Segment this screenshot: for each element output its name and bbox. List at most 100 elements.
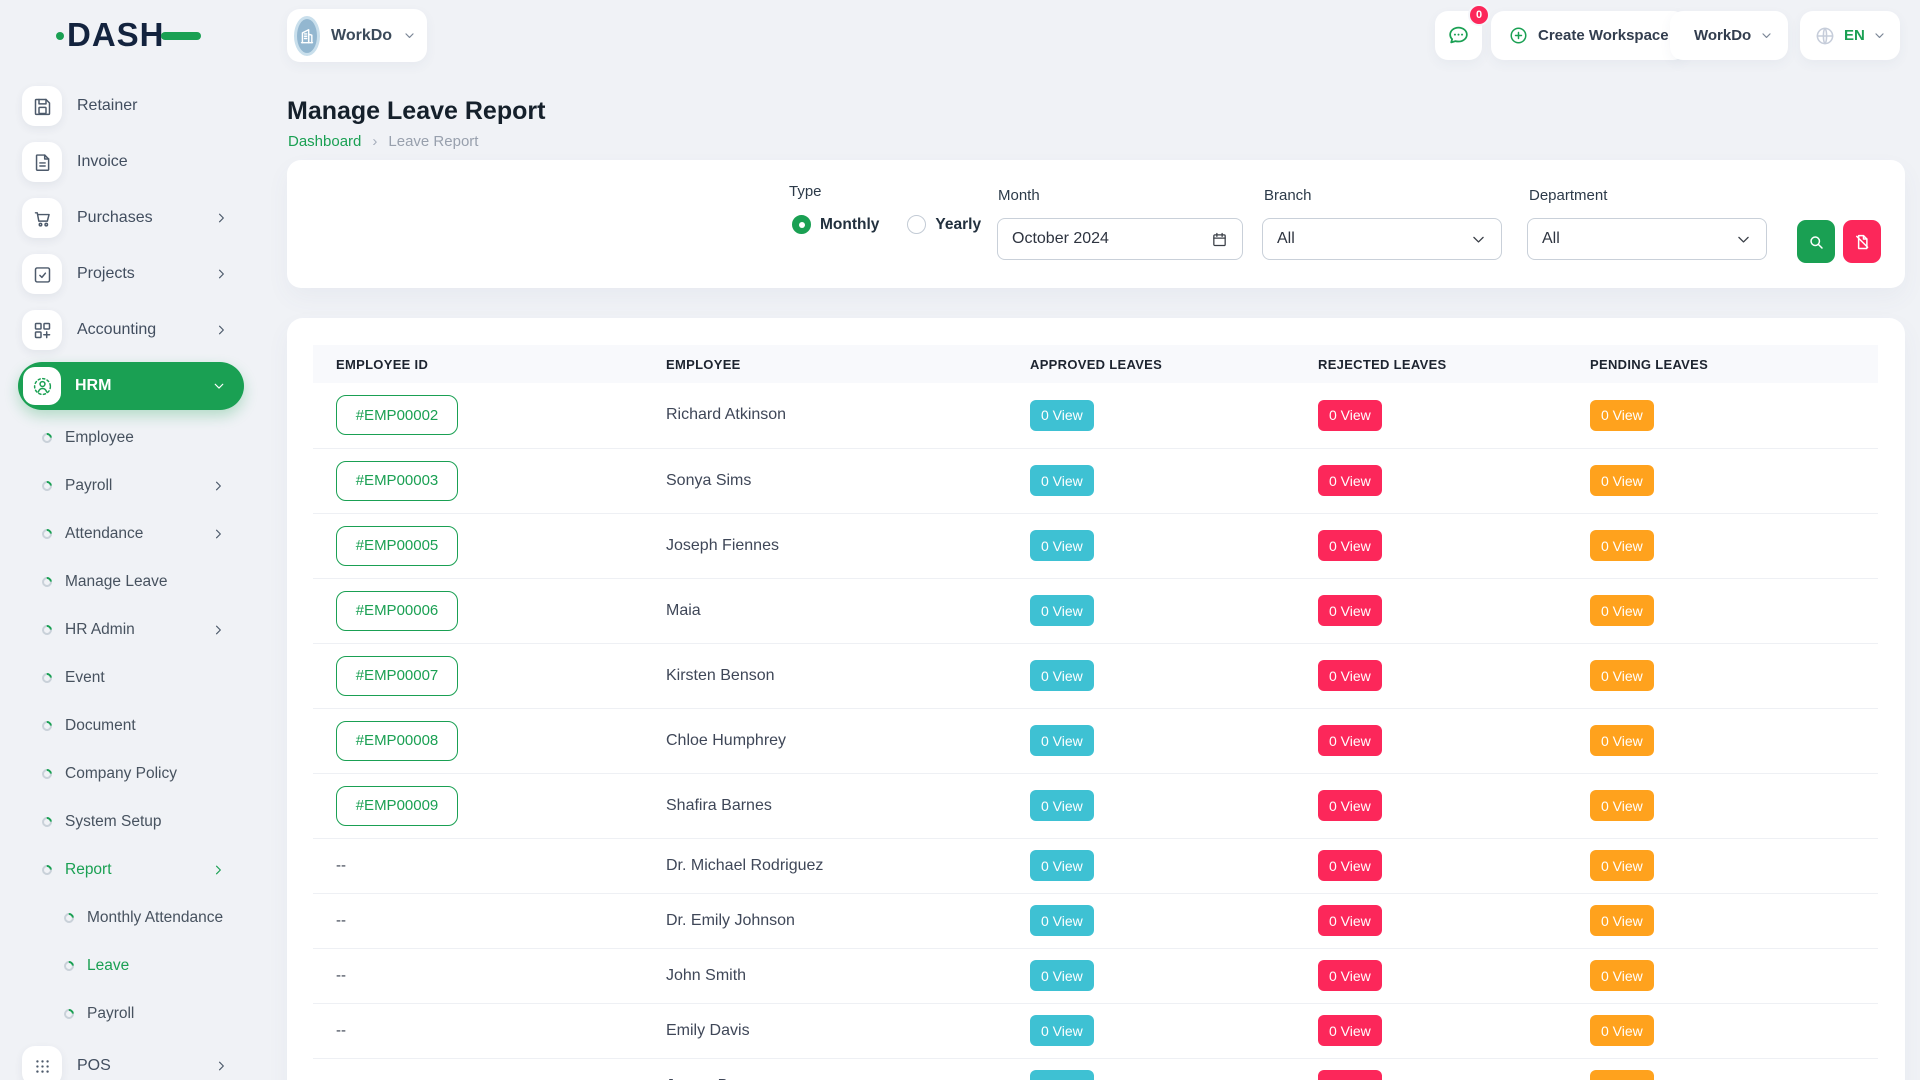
sidebar-item-hrm[interactable]: HRM — [18, 362, 244, 410]
rejected-leaves-badge[interactable]: 0 View — [1318, 595, 1382, 626]
sidebar-item-document[interactable]: Document — [0, 702, 260, 750]
messages-button[interactable]: 0 — [1435, 11, 1482, 60]
approved-leaves-badge[interactable]: 0 View — [1030, 850, 1094, 881]
approved-leaves-badge[interactable]: 0 View — [1030, 465, 1094, 496]
pending-leaves-badge[interactable]: 0 View — [1590, 660, 1654, 691]
workspace-name: WorkDo — [331, 27, 392, 45]
sidebar-item-employee[interactable]: Employee — [0, 414, 260, 462]
sidebar-item-system-setup[interactable]: System Setup — [0, 798, 260, 846]
pending-leaves-badge[interactable]: 0 View — [1590, 960, 1654, 991]
sidebar-item-company-policy[interactable]: Company Policy — [0, 750, 260, 798]
sidebar-item-monthly-attendance[interactable]: Monthly Attendance — [0, 894, 260, 942]
sidebar-item-event[interactable]: Event — [0, 654, 260, 702]
rejected-leaves-badge[interactable]: 0 View — [1318, 725, 1382, 756]
employee-name: Dr. Emily Johnson — [666, 912, 795, 929]
sidebar-item-payroll[interactable]: Payroll — [0, 462, 260, 510]
reset-filter-button[interactable] — [1843, 220, 1881, 263]
search-button[interactable] — [1797, 220, 1835, 263]
rejected-leaves-badge[interactable]: 0 View — [1318, 1015, 1382, 1046]
employee-name: Dr. Michael Rodriguez — [666, 857, 823, 874]
department-select[interactable]: All — [1527, 218, 1767, 260]
employee-id-button[interactable]: #EMP00003 — [336, 461, 458, 501]
approved-leaves-badge[interactable]: 0 View — [1030, 660, 1094, 691]
pending-leaves-badge[interactable]: 0 View — [1590, 595, 1654, 626]
sidebar-item-accounting[interactable]: Accounting — [0, 302, 260, 358]
employee-id-button[interactable]: #EMP00008 — [336, 721, 458, 761]
employee-id-empty: -- — [336, 1022, 346, 1039]
sidebar-item-attendance[interactable]: Attendance — [0, 510, 260, 558]
pending-leaves-badge[interactable]: 0 View — [1590, 1070, 1654, 1080]
approved-leaves-badge[interactable]: 0 View — [1030, 400, 1094, 431]
employee-id-empty: -- — [336, 912, 346, 929]
employee-id-button[interactable]: #EMP00002 — [336, 395, 458, 435]
sidebar-item-retainer[interactable]: Retainer — [0, 78, 260, 134]
sidebar-item-purchases[interactable]: Purchases — [0, 190, 260, 246]
sidebar-item-report[interactable]: Report — [0, 846, 260, 894]
approved-leaves-badge[interactable]: 0 View — [1030, 725, 1094, 756]
approved-leaves-badge[interactable]: 0 View — [1030, 595, 1094, 626]
month-value: October 2024 — [1012, 230, 1109, 248]
file-off-icon — [1853, 233, 1871, 251]
sidebar-item-manage-leave[interactable]: Manage Leave — [0, 558, 260, 606]
sidebar-item-projects[interactable]: Projects — [0, 246, 260, 302]
approved-leaves-badge[interactable]: 0 View — [1030, 790, 1094, 821]
employee-id-button[interactable]: #EMP00007 — [336, 656, 458, 696]
table-row: -- Dr. Emily Johnson 0 View 0 View 0 Vie… — [313, 893, 1878, 948]
pending-leaves-badge[interactable]: 0 View — [1590, 465, 1654, 496]
sidebar-item-payroll[interactable]: Payroll — [0, 990, 260, 1038]
rejected-leaves-badge[interactable]: 0 View — [1318, 530, 1382, 561]
approved-leaves-badge[interactable]: 0 View — [1030, 1015, 1094, 1046]
radio-yearly[interactable] — [907, 215, 926, 234]
approved-leaves-badge[interactable]: 0 View — [1030, 905, 1094, 936]
branch-select[interactable]: All — [1262, 218, 1502, 260]
table-row: #EMP00002 Richard Atkinson 0 View 0 View… — [313, 383, 1878, 448]
cart-icon — [22, 198, 62, 238]
sidebar-item-pos[interactable]: POS — [0, 1038, 260, 1080]
table-row: -- James Brown 0 View 0 View 0 View — [313, 1058, 1878, 1080]
team-icon — [23, 367, 61, 405]
bullet-icon — [40, 431, 54, 445]
pending-leaves-badge[interactable]: 0 View — [1590, 530, 1654, 561]
rejected-leaves-badge[interactable]: 0 View — [1318, 905, 1382, 936]
sidebar-item-invoice[interactable]: Invoice — [0, 134, 260, 190]
rejected-leaves-badge[interactable]: 0 View — [1318, 790, 1382, 821]
pending-leaves-badge[interactable]: 0 View — [1590, 905, 1654, 936]
breadcrumb-current: Leave Report — [388, 133, 478, 150]
approved-leaves-badge[interactable]: 0 View — [1030, 530, 1094, 561]
employee-id-button[interactable]: #EMP00005 — [336, 526, 458, 566]
breadcrumb-dashboard-link[interactable]: Dashboard — [288, 133, 361, 150]
bullet-icon — [62, 911, 76, 925]
chevron-right-icon — [214, 211, 228, 225]
create-workspace-button[interactable]: Create Workspace — [1491, 11, 1686, 60]
rejected-leaves-badge[interactable]: 0 View — [1318, 400, 1382, 431]
approved-leaves-badge[interactable]: 0 View — [1030, 1070, 1094, 1080]
radio-monthly[interactable] — [792, 215, 811, 234]
employee-name: Emily Davis — [666, 1022, 750, 1039]
pending-leaves-badge[interactable]: 0 View — [1590, 400, 1654, 431]
employee-id-button[interactable]: #EMP00009 — [336, 786, 458, 826]
approved-leaves-badge[interactable]: 0 View — [1030, 960, 1094, 991]
language-selector[interactable]: EN — [1800, 11, 1900, 60]
rejected-leaves-badge[interactable]: 0 View — [1318, 1070, 1382, 1080]
employee-name: John Smith — [666, 967, 746, 984]
chevron-down-icon — [1470, 231, 1487, 248]
workspace-switcher[interactable]: WorkDo — [287, 9, 427, 62]
employee-name: Sonya Sims — [666, 472, 751, 489]
employee-id-button[interactable]: #EMP00006 — [336, 591, 458, 631]
sidebar-item-hr-admin[interactable]: HR Admin — [0, 606, 260, 654]
pending-leaves-badge[interactable]: 0 View — [1590, 725, 1654, 756]
rejected-leaves-badge[interactable]: 0 View — [1318, 960, 1382, 991]
rejected-leaves-badge[interactable]: 0 View — [1318, 465, 1382, 496]
sidebar-item-label: HRM — [75, 377, 111, 395]
language-code: EN — [1844, 27, 1865, 44]
pending-leaves-badge[interactable]: 0 View — [1590, 790, 1654, 821]
chevron-down-icon — [1735, 231, 1752, 248]
workspace-menu-button[interactable]: WorkDo — [1670, 11, 1788, 60]
rejected-leaves-badge[interactable]: 0 View — [1318, 660, 1382, 691]
pending-leaves-badge[interactable]: 0 View — [1590, 1015, 1654, 1046]
sidebar-item-leave[interactable]: Leave — [0, 942, 260, 990]
bullet-icon — [62, 959, 76, 973]
pending-leaves-badge[interactable]: 0 View — [1590, 850, 1654, 881]
rejected-leaves-badge[interactable]: 0 View — [1318, 850, 1382, 881]
month-input[interactable]: October 2024 — [997, 218, 1243, 260]
